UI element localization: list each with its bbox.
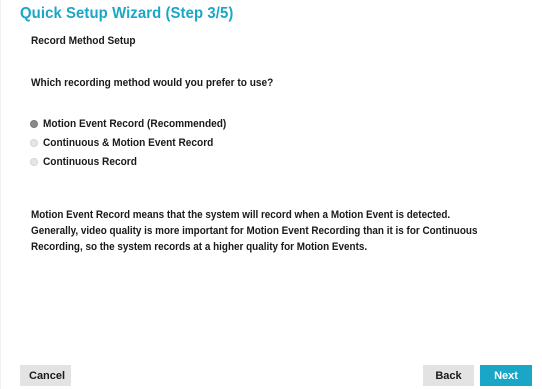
back-button[interactable]: Back bbox=[423, 365, 474, 386]
radio-button-selected[interactable] bbox=[30, 119, 38, 128]
next-button[interactable]: Next bbox=[480, 365, 532, 386]
radio-button[interactable] bbox=[30, 138, 38, 147]
option-continuous-and-motion-event-record[interactable]: Continuous & Motion Event Record bbox=[30, 133, 242, 152]
window-edge bbox=[0, 0, 1, 389]
radio-button[interactable] bbox=[30, 157, 38, 166]
method-description: Motion Event Record means that the syste… bbox=[31, 209, 478, 253]
recording-method-options: Motion Event Record (Recommended) Contin… bbox=[30, 114, 242, 171]
option-label: Continuous & Motion Event Record bbox=[43, 136, 214, 149]
cancel-button[interactable]: Cancel bbox=[20, 365, 71, 386]
wizard-title: Quick Setup Wizard (Step 3/5) bbox=[20, 5, 234, 22]
option-motion-event-record[interactable]: Motion Event Record (Recommended) bbox=[30, 114, 242, 133]
section-title: Record Method Setup bbox=[31, 35, 136, 47]
quick-setup-wizard: Quick Setup Wizard (Step 3/5) Record Met… bbox=[20, 5, 537, 386]
option-continuous-record[interactable]: Continuous Record bbox=[30, 152, 242, 171]
option-label: Motion Event Record (Recommended) bbox=[43, 117, 227, 130]
option-label: Continuous Record bbox=[43, 155, 137, 168]
recording-method-question: Which recording method would you prefer … bbox=[31, 77, 274, 89]
